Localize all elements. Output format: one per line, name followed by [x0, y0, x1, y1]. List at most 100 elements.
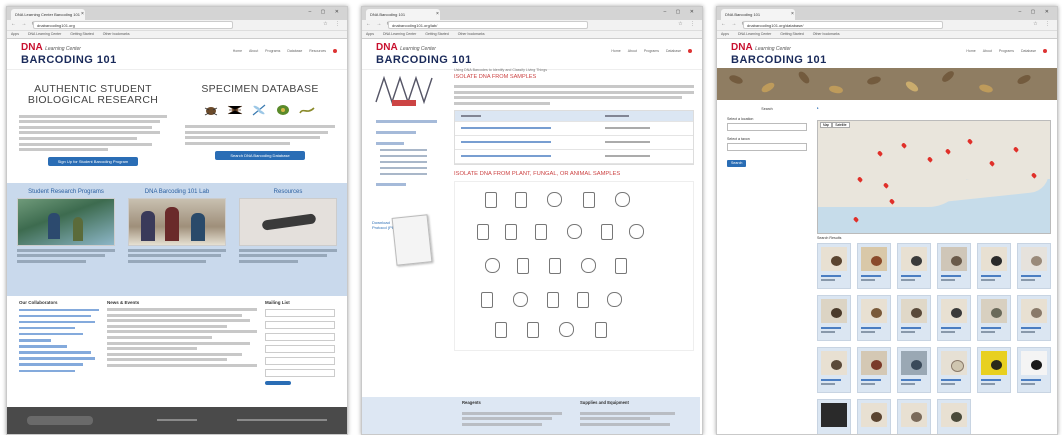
specimen-card[interactable] [937, 243, 971, 289]
bookmark-item[interactable]: DNA Learning Center [738, 32, 771, 36]
specimen-card[interactable] [1017, 347, 1051, 393]
sidebar-subitem[interactable] [380, 154, 427, 157]
sidebar-item[interactable] [376, 131, 416, 134]
card-barcoding-lab[interactable]: DNA Barcoding 101 Lab [128, 189, 226, 265]
sidebar-subitem[interactable] [380, 172, 427, 175]
specimen-card[interactable] [977, 243, 1011, 289]
close-tab-icon[interactable]: × [436, 9, 439, 20]
site-logo[interactable]: DNA Learning Center BARCODING 101 [731, 43, 827, 67]
specimen-card[interactable] [857, 243, 891, 289]
sidebar-item[interactable] [376, 120, 437, 123]
url-input[interactable]: dnabarcoding101.org [33, 21, 233, 29]
location-select[interactable] [727, 123, 807, 131]
taxon-select[interactable] [727, 143, 807, 151]
select-field[interactable] [265, 369, 335, 377]
specimen-card[interactable] [897, 399, 931, 434]
map-type-toggle[interactable]: Map Satellite [820, 122, 850, 128]
specimen-card[interactable] [897, 347, 931, 393]
bookmark-item[interactable]: Apps [11, 32, 19, 36]
specimen-card[interactable] [857, 347, 891, 393]
bookmark-item[interactable]: Apps [721, 32, 729, 36]
toolbar-icons[interactable]: ☆ ⋮ [323, 21, 343, 27]
toolbar-icons[interactable]: ☆ ⋮ [1033, 21, 1053, 27]
nav-item[interactable]: Programs [265, 49, 280, 53]
search-database-button[interactable]: Search DNA Barcoding Database [215, 150, 305, 160]
specimen-card[interactable] [977, 295, 1011, 341]
card-resources[interactable]: Resources [239, 189, 337, 265]
specimen-card[interactable] [857, 399, 891, 434]
table-row[interactable] [455, 136, 693, 150]
specimen-card[interactable] [817, 347, 851, 393]
nav-item[interactable]: Resources [309, 49, 326, 53]
bookmark-item[interactable]: DNA Learning Center [383, 32, 416, 36]
bookmark-item[interactable]: DNA Learning Center [28, 32, 61, 36]
specimen-card[interactable] [1017, 295, 1051, 341]
text-field[interactable] [265, 321, 335, 329]
avatar[interactable] [333, 49, 337, 54]
signup-button[interactable]: Sign Up for Student Barcoding Program [48, 157, 138, 167]
specimen-card[interactable] [937, 347, 971, 393]
bookmark-item[interactable]: Apps [366, 32, 374, 36]
satellite-tab[interactable]: Satellite [832, 122, 850, 128]
window-controls[interactable]: – ▢ ✕ [1019, 9, 1053, 15]
browser-tab[interactable]: DNA Barcoding 101 × [721, 9, 795, 20]
table-row[interactable] [455, 122, 693, 136]
specimen-card[interactable] [937, 399, 971, 434]
sidebar-subitem[interactable] [380, 148, 427, 151]
specimen-card[interactable] [817, 399, 851, 434]
nav-item[interactable]: Database [666, 49, 681, 53]
avatar[interactable] [688, 49, 692, 54]
window-controls[interactable]: – ▢ ✕ [664, 9, 698, 15]
nav-item[interactable]: About [983, 49, 992, 53]
select-field[interactable] [265, 345, 335, 353]
url-input[interactable]: dnabarcoding101.org/lab/ [388, 21, 588, 29]
search-button[interactable]: Search [727, 159, 747, 167]
bookmark-item[interactable]: Other bookmarks [103, 32, 130, 36]
specimen-card[interactable] [817, 243, 851, 289]
browser-tab[interactable]: DNA Barcoding 101 × [366, 9, 440, 20]
specimen-card[interactable] [937, 295, 971, 341]
bookmark-item[interactable]: Other bookmarks [813, 32, 840, 36]
specimen-card[interactable] [897, 243, 931, 289]
nav-item[interactable]: Home [966, 49, 975, 53]
site-logo[interactable]: DNA Learning Center BARCODING 101 [21, 43, 117, 67]
text-field[interactable] [265, 309, 335, 317]
nav-item[interactable]: Database [287, 49, 302, 53]
map-pin-icon[interactable] [852, 216, 860, 223]
select-field[interactable] [265, 357, 335, 365]
bookmark-item[interactable]: Other bookmarks [458, 32, 485, 36]
nav-item[interactable]: About [628, 49, 637, 53]
map-tab[interactable]: Map [820, 122, 833, 128]
bookmark-item[interactable]: Getting Started [425, 32, 449, 36]
url-input[interactable]: dnabarcoding101.org/database/ [743, 21, 943, 29]
nav-item[interactable]: Database [1021, 49, 1036, 53]
table-row[interactable] [455, 150, 693, 164]
specimen-card[interactable] [817, 295, 851, 341]
specimen-card[interactable] [897, 295, 931, 341]
avatar[interactable] [1043, 49, 1047, 54]
close-tab-icon[interactable]: × [791, 9, 794, 20]
sidebar-item[interactable] [376, 183, 406, 186]
browser-tab[interactable]: DNA Learning Center Barcoding 101 × [11, 9, 85, 20]
bookmark-item[interactable]: Getting Started [70, 32, 94, 36]
sidebar-item[interactable] [376, 142, 404, 145]
nav-item[interactable]: Programs [644, 49, 659, 53]
sidebar-subitem[interactable] [380, 160, 427, 163]
specimen-card[interactable] [1017, 243, 1051, 289]
specimen-card[interactable] [857, 295, 891, 341]
toolbar-icons[interactable]: ☆ ⋮ [678, 21, 698, 27]
nav-item[interactable]: Home [611, 49, 620, 53]
close-tab-icon[interactable]: × [81, 9, 84, 20]
specimen-map[interactable]: Map Satellite [817, 120, 1051, 234]
sidebar-subitem[interactable] [380, 166, 427, 169]
text-field[interactable] [265, 333, 335, 341]
nav-item[interactable]: About [249, 49, 258, 53]
subscribe-button[interactable] [265, 381, 291, 385]
nav-item[interactable]: Home [233, 49, 242, 53]
site-logo[interactable]: DNA Learning Center BARCODING 101 [376, 43, 472, 67]
bookmark-item[interactable]: Getting Started [780, 32, 804, 36]
window-controls[interactable]: – ▢ ✕ [309, 9, 343, 15]
nav-item[interactable]: Programs [999, 49, 1014, 53]
card-student-research[interactable]: Student Research Programs [17, 189, 115, 265]
specimen-card[interactable] [977, 347, 1011, 393]
